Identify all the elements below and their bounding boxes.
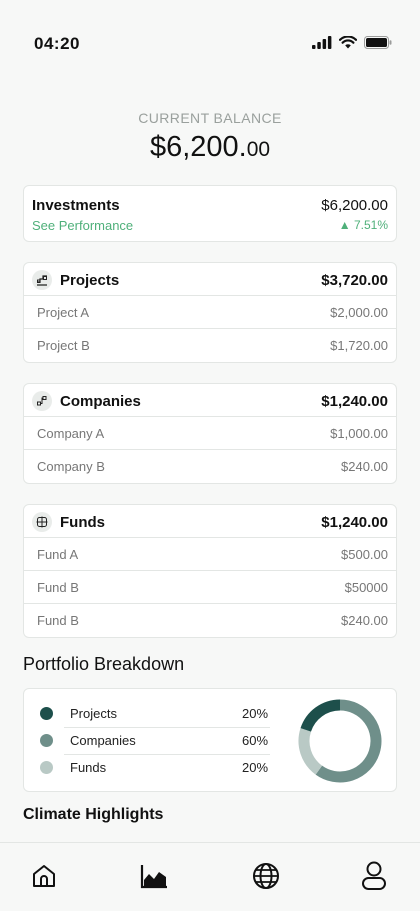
legend-dot xyxy=(40,761,53,774)
investments-title: Investments xyxy=(32,197,120,214)
item-name: Company B xyxy=(37,459,105,474)
legend-pct: 60% xyxy=(242,733,269,748)
projects-title: Projects xyxy=(60,272,120,289)
tab-globe[interactable] xyxy=(250,860,282,892)
projects-card: Projects $3,720.00 Project A $2,000.00 P… xyxy=(23,262,397,363)
balance-cents: 00 xyxy=(246,138,271,161)
funds-icon xyxy=(32,512,52,532)
legend-name: Companies xyxy=(70,733,136,748)
legend-dot xyxy=(40,707,53,720)
companies-icon xyxy=(32,391,52,411)
signal-icon xyxy=(312,36,332,49)
list-item[interactable]: Project A $2,000.00 xyxy=(24,296,396,329)
status-bar: 04:20 xyxy=(0,0,420,80)
tab-bar xyxy=(0,842,420,911)
projects-total: $3,720.00 xyxy=(321,272,388,289)
item-name: Project B xyxy=(37,338,90,353)
chart-icon xyxy=(140,865,167,889)
climate-highlights-title: Climate Highlights xyxy=(23,806,164,823)
globe-icon xyxy=(253,863,279,889)
companies-title: Companies xyxy=(60,393,141,410)
companies-card: Companies $1,240.00 Company A $1,000.00 … xyxy=(23,383,397,484)
balance-label: CURRENT BALANCE xyxy=(138,110,282,126)
profile-icon xyxy=(362,861,386,890)
legend-dot xyxy=(40,734,53,747)
list-item[interactable]: Company A $1,000.00 xyxy=(24,417,396,450)
donut-slice-funds xyxy=(298,728,323,775)
legend-pct: 20% xyxy=(242,760,269,775)
funds-header[interactable]: Funds $1,240.00 xyxy=(24,505,396,538)
list-item[interactable]: Company B $240.00 xyxy=(24,450,396,483)
item-value: $240.00 xyxy=(341,459,388,474)
item-value: $2,000.00 xyxy=(330,305,388,320)
item-value: $50000 xyxy=(344,580,388,595)
projects-header[interactable]: Projects $3,720.00 xyxy=(24,263,396,296)
status-icons xyxy=(312,36,392,49)
investments-card: Investments See Performance $6,200.00 ▲ … xyxy=(23,185,397,242)
item-name: Fund B xyxy=(37,580,79,595)
status-time: 04:20 xyxy=(34,34,80,53)
funds-title: Funds xyxy=(60,514,105,531)
legend-name: Projects xyxy=(70,706,117,721)
tab-home[interactable] xyxy=(28,860,60,892)
projects-icon xyxy=(32,270,52,290)
legend-item: Funds 20% xyxy=(24,754,274,781)
legend-name: Funds xyxy=(70,760,107,775)
donut-slice-projects xyxy=(300,699,341,732)
legend-item: Companies 60% xyxy=(24,727,274,754)
item-value: $1,000.00 xyxy=(330,426,388,441)
item-value: $240.00 xyxy=(341,613,388,628)
tab-profile[interactable] xyxy=(358,860,390,892)
companies-header[interactable]: Companies $1,240.00 xyxy=(24,384,396,417)
investments-value: $6,200.00 xyxy=(321,197,388,214)
balance-main: $6,200. xyxy=(149,131,247,163)
companies-total: $1,240.00 xyxy=(321,393,388,410)
legend-pct: 20% xyxy=(242,706,269,721)
funds-card: Funds $1,240.00 Fund A $500.00 Fund B $5… xyxy=(23,504,397,638)
breakdown-card: Projects 20% Companies 60% Funds 20% xyxy=(23,688,397,792)
tab-chart[interactable] xyxy=(138,860,170,892)
battery-icon xyxy=(364,36,392,49)
item-name: Fund A xyxy=(37,547,79,562)
item-value: $500.00 xyxy=(341,547,388,562)
see-performance-link[interactable]: See Performance xyxy=(32,218,133,233)
balance-value: $6,200.00 xyxy=(0,131,420,164)
portfolio-donut-chart xyxy=(298,699,382,783)
list-item[interactable]: Fund A $500.00 xyxy=(24,538,396,571)
item-name: Company A xyxy=(37,426,105,441)
legend-item: Projects 20% xyxy=(24,700,274,727)
donut-slice-companies xyxy=(315,699,382,783)
item-value: $1,720.00 xyxy=(330,338,388,353)
home-icon xyxy=(33,865,55,887)
list-item[interactable]: Fund B $50000 xyxy=(24,571,396,604)
investments-change: ▲ 7.51% xyxy=(338,218,388,232)
item-name: Project A xyxy=(37,305,90,320)
portfolio-breakdown-title: Portfolio Breakdown xyxy=(23,654,185,674)
item-name: Fund B xyxy=(37,613,79,628)
funds-total: $1,240.00 xyxy=(321,514,388,531)
list-item[interactable]: Fund B $240.00 xyxy=(24,604,396,637)
list-item[interactable]: Project B $1,720.00 xyxy=(24,329,396,362)
wifi-icon xyxy=(339,36,357,49)
